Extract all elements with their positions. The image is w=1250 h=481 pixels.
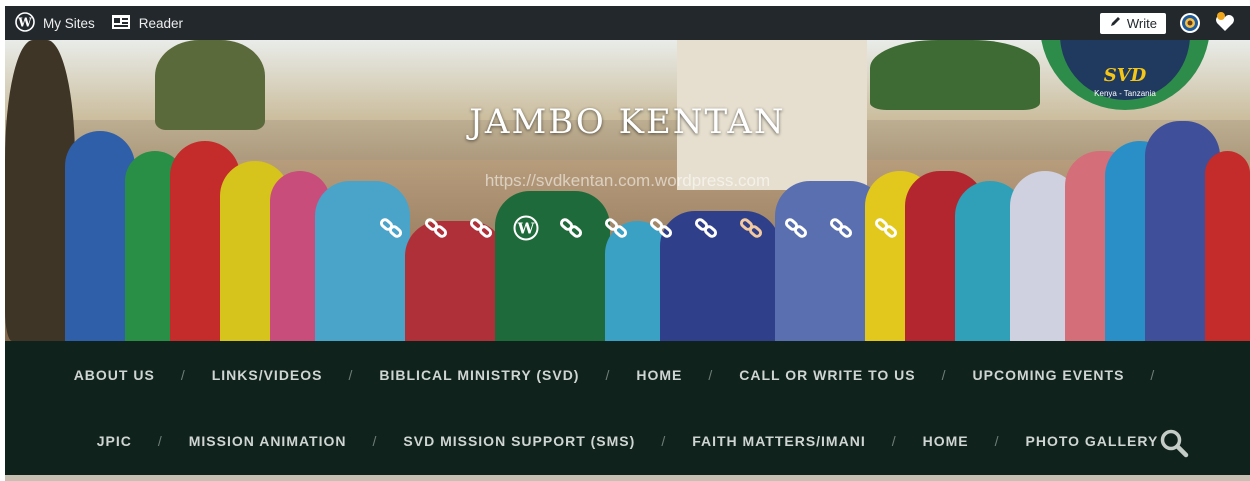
nav-separator: /	[941, 367, 947, 383]
reader-label: Reader	[138, 15, 184, 31]
wordpress-icon: W	[15, 11, 35, 35]
logo-text: SVD	[1103, 65, 1147, 86]
logo-globe: SVD Kenya - Tanzania	[1060, 40, 1190, 100]
link-icon[interactable]	[468, 215, 494, 241]
main-navigation: ABOUT US / LINKS/VIDEOS / BIBLICAL MINIS…	[5, 341, 1250, 475]
social-links: W	[378, 215, 899, 241]
nav-separator: /	[708, 367, 714, 383]
reader-icon	[111, 14, 131, 33]
nav-separator: /	[994, 433, 1000, 449]
nav-row-1: ABOUT US / LINKS/VIDEOS / BIBLICAL MINIS…	[5, 367, 1250, 383]
logo-subtext: Kenya - Tanzania	[1094, 89, 1156, 98]
nav-item-home[interactable]: HOME	[636, 367, 682, 383]
link-icon[interactable]	[738, 215, 764, 241]
my-sites-button[interactable]: W My Sites	[15, 11, 95, 35]
write-button[interactable]: Write	[1099, 12, 1166, 34]
nav-row-2: JPIC / MISSION ANIMATION / SVD MISSION S…	[5, 433, 1250, 449]
header-image: SVD Kenya - Tanzania JAMBO KENTAN https:…	[5, 40, 1250, 341]
nav-separator: /	[661, 433, 667, 449]
nav-item-svd-mission-support[interactable]: SVD MISSION SUPPORT (SMS)	[403, 433, 635, 449]
content-edge	[5, 475, 1250, 481]
admin-bar: W My Sites Reader Write	[5, 6, 1250, 40]
nav-item-biblical-ministry[interactable]: BIBLICAL MINISTRY (SVD)	[379, 367, 579, 383]
write-label: Write	[1126, 15, 1157, 31]
link-icon[interactable]	[378, 215, 404, 241]
link-icon[interactable]	[693, 215, 719, 241]
nav-separator: /	[605, 367, 611, 383]
my-sites-label: My Sites	[43, 15, 95, 31]
bush	[870, 40, 1040, 110]
link-icon[interactable]	[423, 215, 449, 241]
svg-text:W: W	[17, 15, 32, 29]
reader-button[interactable]: Reader	[111, 14, 183, 33]
nav-separator: /	[891, 433, 897, 449]
nav-separator: /	[157, 433, 163, 449]
search-icon[interactable]	[1159, 428, 1189, 458]
person	[315, 181, 410, 341]
wordpress-icon[interactable]: W	[513, 215, 539, 241]
site-title[interactable]: JAMBO KENTAN	[5, 102, 1250, 142]
link-icon[interactable]	[783, 215, 809, 241]
nav-item-links-videos[interactable]: LINKS/VIDEOS	[212, 367, 323, 383]
nav-separator: /	[348, 367, 354, 383]
site-url[interactable]: https://svdkentan.com.wordpress.com	[5, 171, 1250, 191]
link-icon[interactable]	[828, 215, 854, 241]
nav-separator: /	[1150, 367, 1156, 383]
nav-item-about-us[interactable]: ABOUT US	[74, 367, 155, 383]
avatar[interactable]	[1180, 13, 1200, 33]
nav-item-faith-matters[interactable]: FAITH MATTERS/IMANI	[692, 433, 866, 449]
nav-item-call-or-write[interactable]: CALL OR WRITE TO US	[739, 367, 915, 383]
nav-item-jpic[interactable]: JPIC	[97, 433, 132, 449]
link-icon[interactable]	[558, 215, 584, 241]
nav-item-upcoming-events[interactable]: UPCOMING EVENTS	[973, 367, 1125, 383]
link-icon[interactable]	[648, 215, 674, 241]
pen-icon	[1109, 16, 1121, 31]
nav-item-photo-gallery[interactable]: PHOTO GALLERY	[1026, 433, 1159, 449]
notifications-icon[interactable]	[1214, 11, 1236, 36]
person	[495, 191, 610, 341]
nav-separator: /	[180, 367, 186, 383]
link-icon[interactable]	[603, 215, 629, 241]
nav-separator: /	[372, 433, 378, 449]
nav-item-home-2[interactable]: HOME	[923, 433, 969, 449]
link-icon[interactable]	[873, 215, 899, 241]
svg-text:W: W	[517, 220, 536, 238]
nav-item-mission-animation[interactable]: MISSION ANIMATION	[189, 433, 347, 449]
